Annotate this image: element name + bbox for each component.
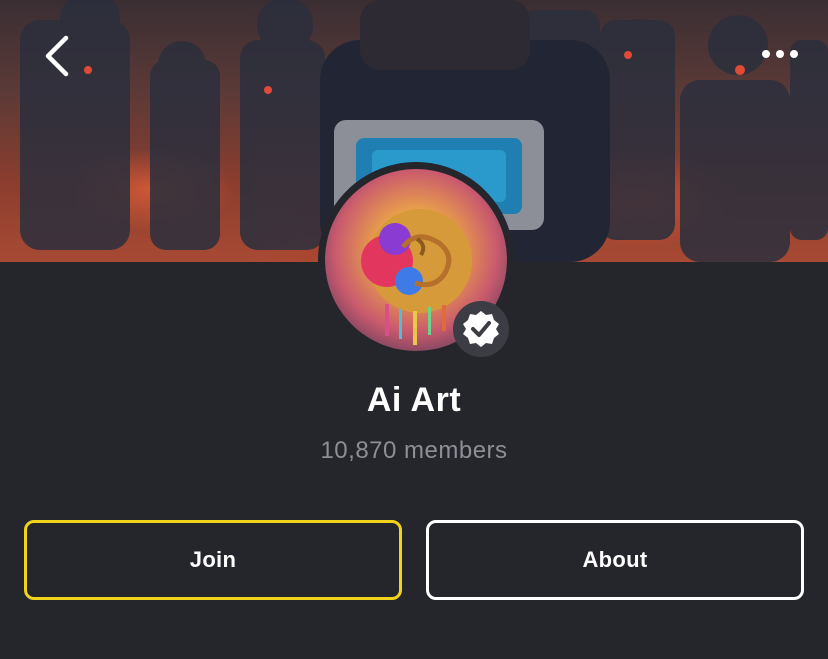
back-button[interactable] <box>32 30 80 82</box>
verified-badge-icon <box>463 311 499 347</box>
join-button-label: Join <box>189 547 237 572</box>
group-name: Ai Art <box>366 381 462 419</box>
member-count: 10,870 members <box>320 437 508 464</box>
join-button[interactable]: Join <box>24 520 402 600</box>
more-options-button[interactable] <box>752 36 808 72</box>
chevron-left-icon <box>45 35 69 77</box>
about-button[interactable]: About <box>426 520 804 600</box>
more-horizontal-icon <box>762 50 770 58</box>
more-horizontal-icon <box>790 50 798 58</box>
more-horizontal-icon <box>776 50 784 58</box>
about-button-label: About <box>582 547 648 572</box>
verified-badge <box>453 301 509 357</box>
